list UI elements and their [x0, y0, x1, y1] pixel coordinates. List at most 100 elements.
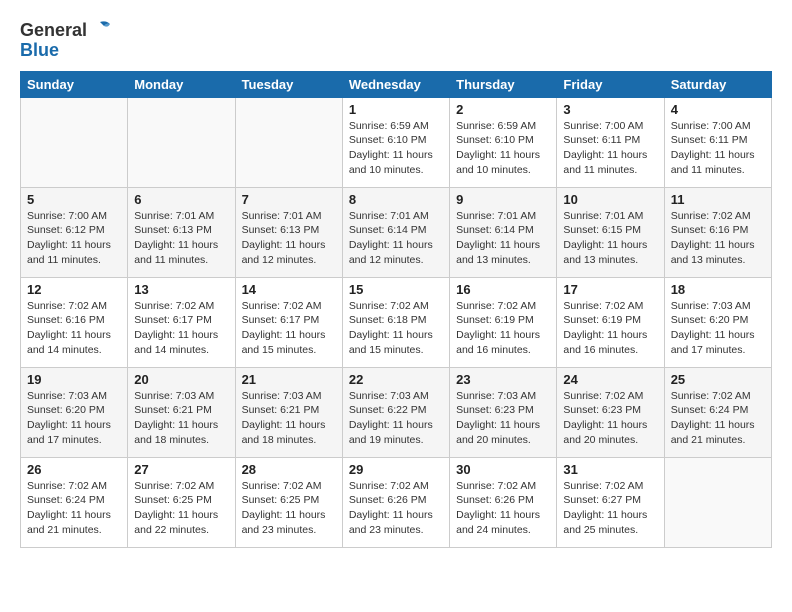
day-info: Sunrise: 7:03 AM Sunset: 6:20 PM Dayligh… — [671, 299, 765, 358]
day-info: Sunrise: 7:02 AM Sunset: 6:24 PM Dayligh… — [671, 389, 765, 448]
day-number: 9 — [456, 192, 550, 207]
calendar-cell: 7Sunrise: 7:01 AM Sunset: 6:13 PM Daylig… — [235, 187, 342, 277]
day-number: 3 — [563, 102, 657, 117]
day-info: Sunrise: 6:59 AM Sunset: 6:10 PM Dayligh… — [456, 119, 550, 178]
day-number: 30 — [456, 462, 550, 477]
calendar-cell: 11Sunrise: 7:02 AM Sunset: 6:16 PM Dayli… — [664, 187, 771, 277]
calendar-cell: 31 Sunrise: 7:02 AM Sunset: 6:27 PM Dayli… — [557, 457, 664, 547]
calendar-cell: 19Sunrise: 7:03 AM Sunset: 6:20 PM Dayli… — [21, 367, 128, 457]
day-number: 25 — [671, 372, 765, 387]
day-number: 4 — [671, 102, 765, 117]
calendar-cell: 5Sunrise: 7:00 AM Sunset: 6:12 PM Daylig… — [21, 187, 128, 277]
calendar-cell — [128, 97, 235, 187]
day-header: Friday — [557, 71, 664, 97]
day-number: 13 — [134, 282, 228, 297]
day-number: 5 — [27, 192, 121, 207]
day-info: Sunrise: 7:01 AM Sunset: 6:15 PM Dayligh… — [563, 209, 657, 268]
calendar-row: 1 Sunrise: 6:59 AM Sunset: 6:10 PM Daylig… — [21, 97, 772, 187]
calendar-cell: 26Sunrise: 7:02 AM Sunset: 6:24 PM Dayli… — [21, 457, 128, 547]
calendar-cell: 1Sunrise: 6:59 AM Sunset: 6:10 PM Daylig… — [342, 97, 449, 187]
day-number: 31 — [563, 462, 657, 477]
day-info: Sunrise: 7:02 AM Sunset: 6:17 PM Dayligh… — [134, 299, 228, 358]
calendar-cell: 6 Sunrise: 7:01 AM Sunset: 6:13 PM Daylig… — [128, 187, 235, 277]
day-number: 6 — [134, 192, 228, 207]
calendar-cell: 30 Sunrise: 7:02 AM Sunset: 6:26 PM Dayli… — [450, 457, 557, 547]
day-number: 12 — [27, 282, 121, 297]
day-number: 20 — [134, 372, 228, 387]
day-header: Monday — [128, 71, 235, 97]
calendar-cell — [21, 97, 128, 187]
day-info: Sunrise: 7:01 AM Sunset: 6:13 PM Dayligh… — [134, 209, 228, 268]
day-info: Sunrise: 7:02 AM Sunset: 6:27 PM Dayligh… — [563, 479, 657, 538]
calendar-row: 19Sunrise: 7:03 AM Sunset: 6:20 PM Dayli… — [21, 367, 772, 457]
calendar-cell: 14Sunrise: 7:02 AM Sunset: 6:17 PM Dayli… — [235, 277, 342, 367]
bird-icon — [90, 20, 110, 36]
calendar-cell: 3 Sunrise: 7:00 AM Sunset: 6:11 PM Daylig… — [557, 97, 664, 187]
day-header: Wednesday — [342, 71, 449, 97]
day-info: Sunrise: 7:03 AM Sunset: 6:21 PM Dayligh… — [242, 389, 336, 448]
day-info: Sunrise: 7:01 AM Sunset: 6:13 PM Dayligh… — [242, 209, 336, 268]
day-info: Sunrise: 7:02 AM Sunset: 6:25 PM Dayligh… — [134, 479, 228, 538]
calendar-cell: 15 Sunrise: 7:02 AM Sunset: 6:18 PM Dayli… — [342, 277, 449, 367]
calendar-table: SundayMondayTuesdayWednesdayThursdayFrid… — [20, 71, 772, 548]
logo: General Blue — [20, 20, 110, 61]
day-number: 17 — [563, 282, 657, 297]
day-number: 29 — [349, 462, 443, 477]
calendar-cell: 21 Sunrise: 7:03 AM Sunset: 6:21 PM Dayli… — [235, 367, 342, 457]
day-info: Sunrise: 7:02 AM Sunset: 6:25 PM Dayligh… — [242, 479, 336, 538]
day-info: Sunrise: 7:02 AM Sunset: 6:18 PM Dayligh… — [349, 299, 443, 358]
day-info: Sunrise: 7:00 AM Sunset: 6:11 PM Dayligh… — [671, 119, 765, 178]
calendar-row: 26Sunrise: 7:02 AM Sunset: 6:24 PM Dayli… — [21, 457, 772, 547]
day-info: Sunrise: 7:02 AM Sunset: 6:26 PM Dayligh… — [456, 479, 550, 538]
calendar-cell: 23 Sunrise: 7:03 AM Sunset: 6:23 PM Dayli… — [450, 367, 557, 457]
day-info: Sunrise: 7:02 AM Sunset: 6:26 PM Dayligh… — [349, 479, 443, 538]
day-info: Sunrise: 7:02 AM Sunset: 6:19 PM Dayligh… — [456, 299, 550, 358]
calendar-cell — [235, 97, 342, 187]
calendar-cell: 17 Sunrise: 7:02 AM Sunset: 6:19 PM Dayli… — [557, 277, 664, 367]
day-number: 1 — [349, 102, 443, 117]
logo-text: General Blue — [20, 20, 110, 61]
calendar-cell: 29 Sunrise: 7:02 AM Sunset: 6:26 PM Dayli… — [342, 457, 449, 547]
day-header: Saturday — [664, 71, 771, 97]
day-header: Thursday — [450, 71, 557, 97]
day-info: Sunrise: 7:00 AM Sunset: 6:11 PM Dayligh… — [563, 119, 657, 178]
day-info: Sunrise: 7:03 AM Sunset: 6:20 PM Dayligh… — [27, 389, 121, 448]
calendar-cell: 28Sunrise: 7:02 AM Sunset: 6:25 PM Dayli… — [235, 457, 342, 547]
day-info: Sunrise: 7:03 AM Sunset: 6:22 PM Dayligh… — [349, 389, 443, 448]
day-number: 15 — [349, 282, 443, 297]
calendar-cell: 9 Sunrise: 7:01 AM Sunset: 6:14 PM Daylig… — [450, 187, 557, 277]
calendar-row: 5Sunrise: 7:00 AM Sunset: 6:12 PM Daylig… — [21, 187, 772, 277]
day-info: Sunrise: 7:02 AM Sunset: 6:16 PM Dayligh… — [671, 209, 765, 268]
day-info: Sunrise: 7:03 AM Sunset: 6:23 PM Dayligh… — [456, 389, 550, 448]
day-number: 23 — [456, 372, 550, 387]
day-info: Sunrise: 7:02 AM Sunset: 6:19 PM Dayligh… — [563, 299, 657, 358]
day-number: 10 — [563, 192, 657, 207]
day-info: Sunrise: 7:01 AM Sunset: 6:14 PM Dayligh… — [349, 209, 443, 268]
day-header: Sunday — [21, 71, 128, 97]
calendar-cell: 18 Sunrise: 7:03 AM Sunset: 6:20 PM Dayli… — [664, 277, 771, 367]
logo: General Blue — [20, 20, 110, 61]
day-info: Sunrise: 7:03 AM Sunset: 6:21 PM Dayligh… — [134, 389, 228, 448]
calendar-header: SundayMondayTuesdayWednesdayThursdayFrid… — [21, 71, 772, 97]
day-info: Sunrise: 7:02 AM Sunset: 6:16 PM Dayligh… — [27, 299, 121, 358]
calendar-cell: 16 Sunrise: 7:02 AM Sunset: 6:19 PM Dayli… — [450, 277, 557, 367]
calendar-cell: 25 Sunrise: 7:02 AM Sunset: 6:24 PM Dayli… — [664, 367, 771, 457]
day-number: 27 — [134, 462, 228, 477]
calendar-cell: 20 Sunrise: 7:03 AM Sunset: 6:21 PM Dayli… — [128, 367, 235, 457]
day-number: 16 — [456, 282, 550, 297]
calendar-cell: 2 Sunrise: 6:59 AM Sunset: 6:10 PM Daylig… — [450, 97, 557, 187]
calendar-row: 12 Sunrise: 7:02 AM Sunset: 6:16 PM Dayli… — [21, 277, 772, 367]
calendar-body: 1 Sunrise: 6:59 AM Sunset: 6:10 PM Daylig… — [21, 97, 772, 547]
day-number: 2 — [456, 102, 550, 117]
day-header: Tuesday — [235, 71, 342, 97]
day-info: Sunrise: 7:02 AM Sunset: 6:17 PM Dayligh… — [242, 299, 336, 358]
day-number: 22 — [349, 372, 443, 387]
day-info: Sunrise: 7:01 AM Sunset: 6:14 PM Dayligh… — [456, 209, 550, 268]
day-number: 26 — [27, 462, 121, 477]
day-info: Sunrise: 7:02 AM Sunset: 6:23 PM Dayligh… — [563, 389, 657, 448]
day-number: 24 — [563, 372, 657, 387]
calendar-cell: 22 Sunrise: 7:03 AM Sunset: 6:22 PM Dayli… — [342, 367, 449, 457]
day-number: 18 — [671, 282, 765, 297]
day-number: 21 — [242, 372, 336, 387]
day-number: 8 — [349, 192, 443, 207]
